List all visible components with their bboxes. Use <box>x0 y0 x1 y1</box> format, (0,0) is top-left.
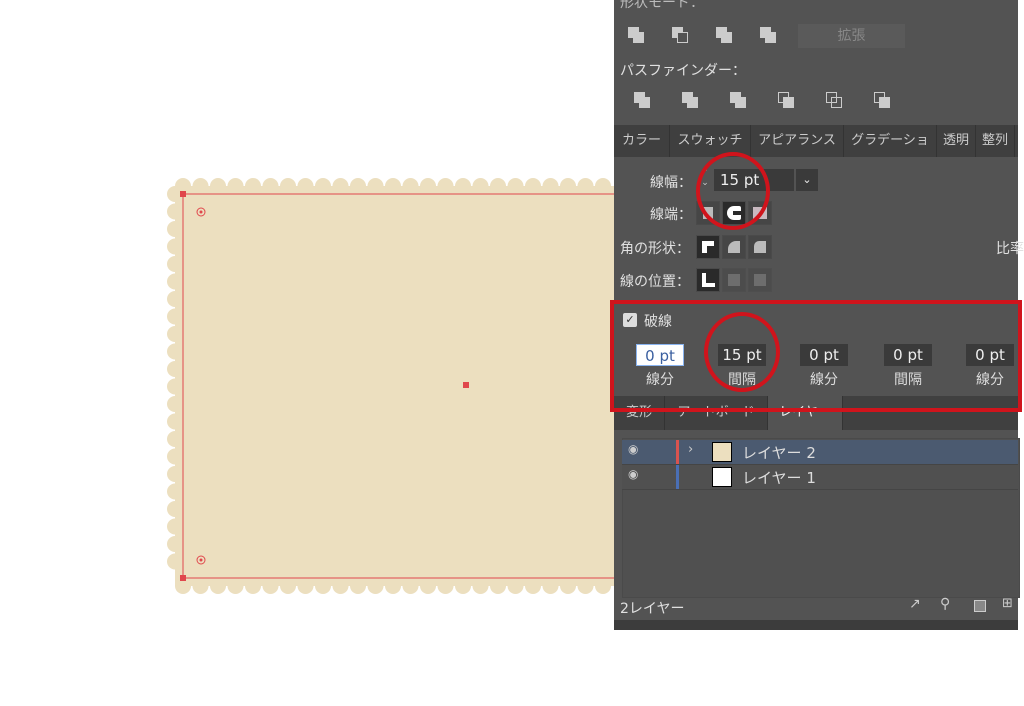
layer-thumbnail <box>712 467 732 487</box>
tab-align[interactable]: 整列 <box>976 125 1015 157</box>
artwork-canvas[interactable] <box>160 175 620 600</box>
top-tab-bar: カラー スウォッチ アピアランス グラデーショ 透明 整列 <box>614 125 1018 157</box>
layer-name: レイヤー 2 <box>742 444 816 462</box>
clipping-mask-icon[interactable] <box>974 600 986 612</box>
miter-join-button[interactable] <box>696 235 720 259</box>
align-inside-button[interactable] <box>722 268 746 292</box>
stroke-weight-dropdown[interactable]: ⌄ <box>796 169 818 191</box>
layer-thumbnail <box>712 442 732 462</box>
merge-icon[interactable] <box>730 92 746 108</box>
selection-handle[interactable] <box>180 575 186 581</box>
resize-handle[interactable] <box>614 620 1018 630</box>
visibility-eye-icon[interactable]: ◉ <box>628 467 638 481</box>
minus-back-icon[interactable] <box>874 92 890 108</box>
layers-count: 2レイヤー <box>620 601 685 617</box>
tab-gradient[interactable]: グラデーショ <box>844 125 937 157</box>
layer-row[interactable]: ◉ レイヤー 1 <box>622 465 1018 490</box>
trim-icon[interactable] <box>682 92 698 108</box>
exclude-icon[interactable] <box>760 27 776 43</box>
corner-label: 角の形状： <box>620 241 690 257</box>
layer-color-bar <box>676 440 679 464</box>
selection-handle[interactable] <box>180 191 186 197</box>
new-sublayer-icon[interactable]: ⊞ <box>1002 596 1013 611</box>
align-center-button[interactable] <box>696 268 720 292</box>
miter-ratio-label: 比率 <box>996 241 1024 257</box>
search-icon[interactable]: ⚲ <box>940 596 950 612</box>
export-icon[interactable]: ↗ <box>909 596 921 612</box>
visibility-eye-icon[interactable]: ◉ <box>628 442 638 456</box>
unite-icon[interactable] <box>628 27 644 43</box>
tab-appearance[interactable]: アピアランス <box>751 125 844 157</box>
layer-name: レイヤー 1 <box>742 469 816 487</box>
gap-highlight-circle <box>704 312 780 392</box>
center-point <box>463 382 469 388</box>
scalloped-shape[interactable] <box>175 186 620 586</box>
stroke-weight-label: 線幅： <box>650 175 692 191</box>
align-outside-button[interactable] <box>748 268 772 292</box>
expand-chevron-icon[interactable]: › <box>688 442 693 457</box>
layer-row[interactable]: ◉ › レイヤー 2 <box>622 440 1018 465</box>
stroke-align-label: 線の位置： <box>620 274 690 290</box>
shape-modes-label: 形状モード： <box>620 0 704 11</box>
minus-front-icon[interactable] <box>672 27 688 43</box>
layer-color-bar <box>676 465 679 489</box>
tab-color[interactable]: カラー <box>614 125 670 157</box>
divide-icon[interactable] <box>634 92 650 108</box>
outline-icon[interactable] <box>826 92 842 108</box>
stroke-weight-highlight-circle <box>696 152 770 230</box>
intersect-icon[interactable] <box>716 27 732 43</box>
expand-button[interactable]: 拡張 <box>798 24 905 48</box>
round-join-button[interactable] <box>722 235 746 259</box>
bevel-join-button[interactable] <box>748 235 772 259</box>
stroke-cap-label: 線端： <box>650 207 692 223</box>
pathfinder-label: パスファインダー： <box>620 63 746 79</box>
tab-transparency[interactable]: 透明 <box>937 125 976 157</box>
dashed-highlight-box <box>610 300 1022 412</box>
crop-icon[interactable] <box>778 92 794 108</box>
